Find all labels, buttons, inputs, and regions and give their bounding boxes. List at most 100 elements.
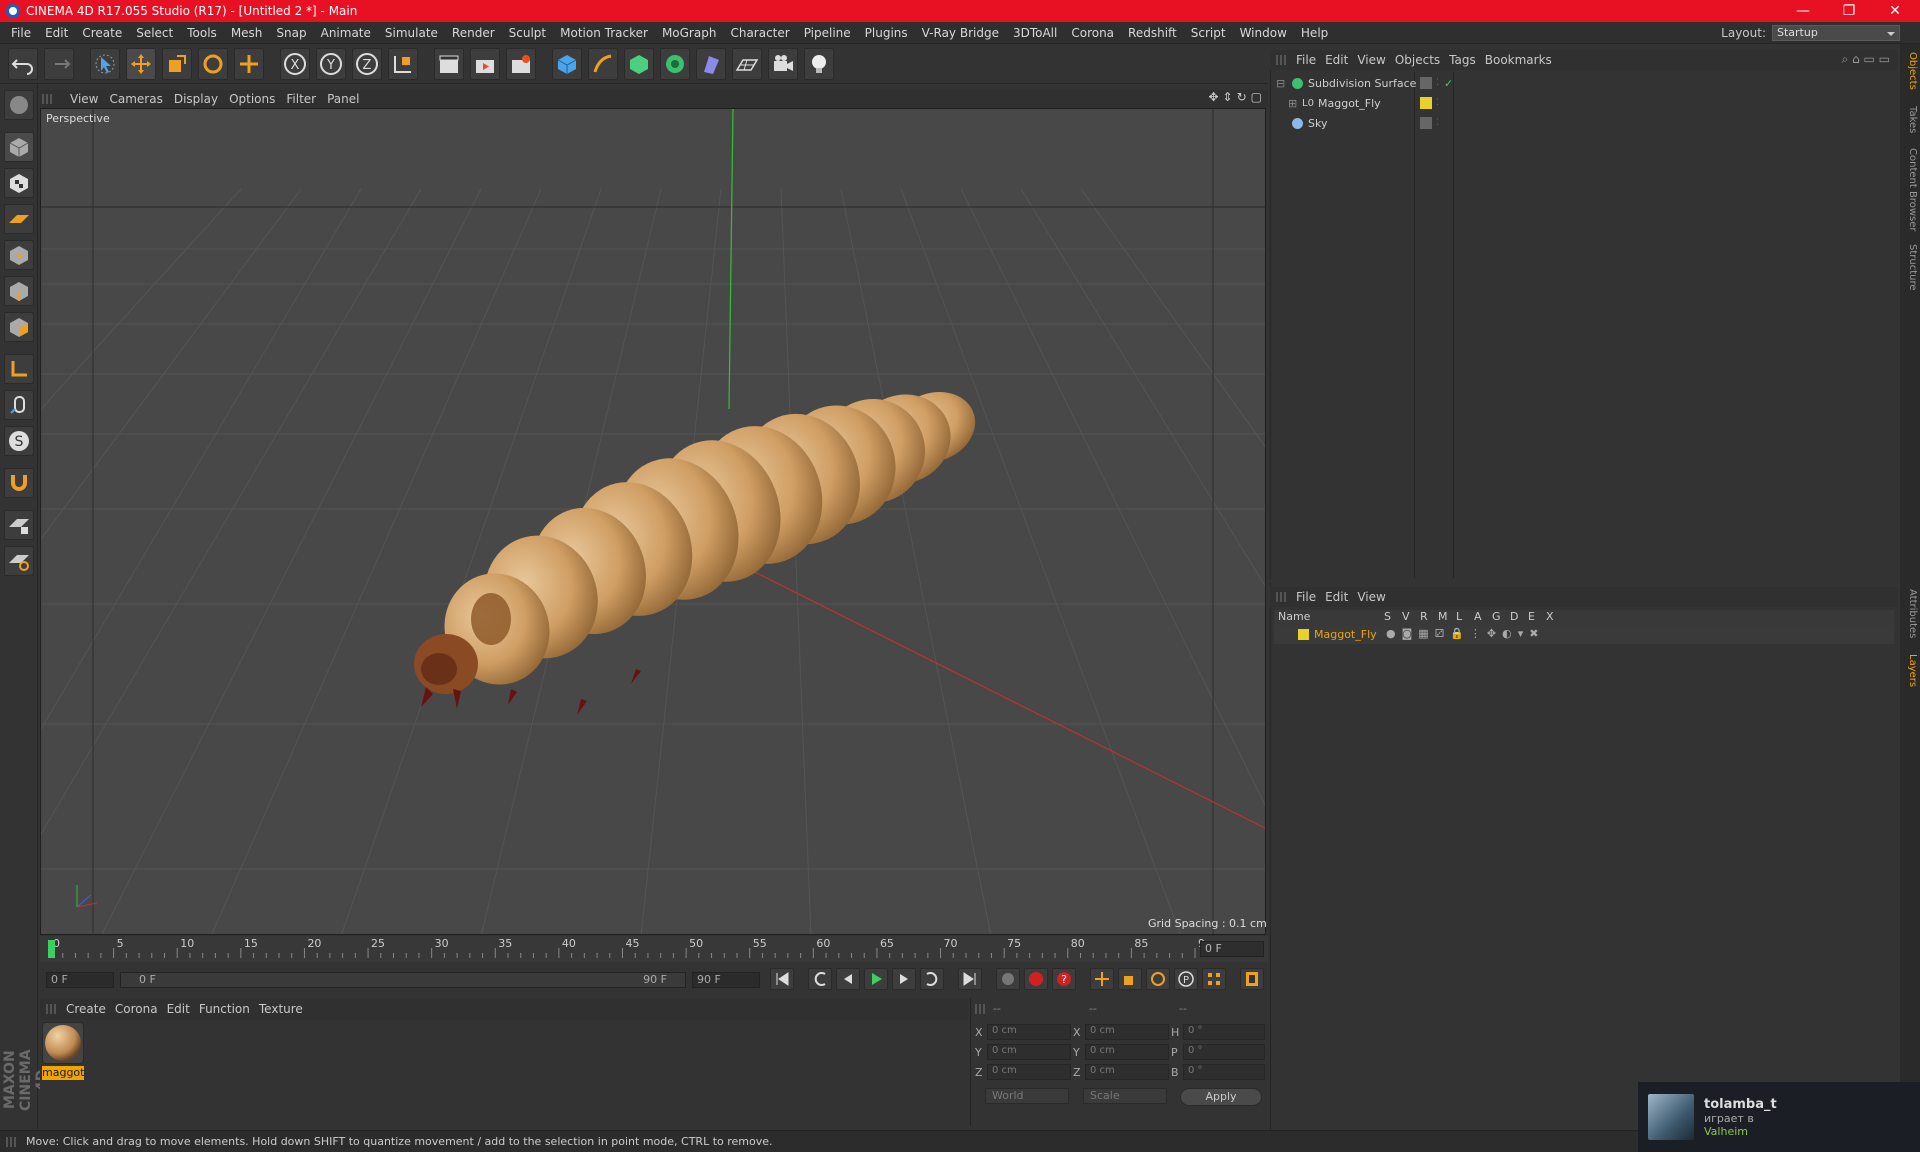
x-axis-button[interactable]: X bbox=[280, 47, 310, 80]
orbit-icon[interactable]: ↻ bbox=[1237, 90, 1247, 104]
viewport-menu-display[interactable]: Display bbox=[174, 92, 229, 106]
motion-record-button[interactable] bbox=[996, 968, 1020, 990]
menu-sculpt[interactable]: Sculpt bbox=[502, 26, 553, 40]
coord-pos-z-field[interactable]: 0 cm bbox=[987, 1064, 1071, 1080]
play-button[interactable] bbox=[864, 968, 888, 990]
menu-pipeline[interactable]: Pipeline bbox=[797, 26, 858, 40]
viewport-menu-options[interactable]: Options bbox=[229, 92, 286, 106]
menu-vray-bridge[interactable]: V-Ray Bridge bbox=[915, 26, 1006, 40]
go-to-end-button[interactable] bbox=[958, 968, 982, 990]
collapse-icon[interactable]: ⊟ bbox=[1276, 77, 1285, 90]
zoom-icon[interactable]: ⇕ bbox=[1223, 90, 1233, 104]
object-menu-file[interactable]: File bbox=[1296, 53, 1325, 67]
side-tab-layers[interactable]: Layers bbox=[1902, 654, 1918, 687]
menu-character[interactable]: Character bbox=[723, 26, 796, 40]
record-button[interactable] bbox=[1024, 968, 1048, 990]
current-frame-field[interactable]: 0 F bbox=[1200, 941, 1264, 957]
side-tab-takes[interactable]: Takes bbox=[1902, 106, 1918, 133]
menu-window[interactable]: Window bbox=[1233, 26, 1294, 40]
rotate-tool-button[interactable] bbox=[198, 47, 228, 80]
menu-simulate[interactable]: Simulate bbox=[378, 26, 445, 40]
model-mode-button[interactable] bbox=[4, 132, 34, 162]
y-axis-button[interactable]: Y bbox=[316, 47, 346, 80]
maximize-view-icon[interactable]: ▢ bbox=[1251, 90, 1262, 104]
add-generator-button[interactable] bbox=[624, 47, 654, 80]
layer-menu-edit[interactable]: Edit bbox=[1325, 590, 1357, 604]
object-menu-edit[interactable]: Edit bbox=[1325, 53, 1357, 67]
material-swatch[interactable] bbox=[42, 1022, 84, 1064]
workplane-lock-button[interactable] bbox=[4, 510, 34, 540]
layer-name[interactable]: Maggot_Fly bbox=[1314, 628, 1377, 641]
menu-mesh[interactable]: Mesh bbox=[224, 26, 270, 40]
coord-rot-p-field[interactable]: 0 ° bbox=[1183, 1044, 1265, 1060]
layout-dropdown[interactable]: Startup bbox=[1772, 25, 1900, 41]
coord-pos-y-field[interactable]: 0 cm bbox=[987, 1044, 1071, 1060]
menu-redshift[interactable]: Redshift bbox=[1121, 26, 1184, 40]
add-light-button[interactable] bbox=[804, 47, 834, 80]
side-tab-structure[interactable]: Structure bbox=[1902, 244, 1918, 291]
visibility-dots-icon[interactable]: ⁚ bbox=[1436, 78, 1439, 88]
viewport-menu-panel[interactable]: Panel bbox=[327, 92, 370, 106]
friend-notification[interactable]: tolamba_t играет в Valheim bbox=[1638, 1082, 1920, 1152]
layer-color-icon[interactable] bbox=[1420, 97, 1432, 109]
menu-file[interactable]: File bbox=[4, 26, 38, 40]
previous-key-button[interactable] bbox=[808, 968, 832, 990]
menu-help[interactable]: Help bbox=[1294, 26, 1335, 40]
coordinate-system-button[interactable] bbox=[388, 47, 418, 80]
object-menu-tags[interactable]: Tags bbox=[1449, 53, 1485, 67]
menu-corona[interactable]: Corona bbox=[1064, 26, 1121, 40]
key-rotation-button[interactable] bbox=[1146, 968, 1170, 990]
layer-flag-icons[interactable]: ●◙▦⚂🔒⋮✥◐▾✖ bbox=[1386, 627, 1544, 640]
coord-mode-dropdown[interactable]: World bbox=[985, 1088, 1069, 1104]
layer-menu-view[interactable]: View bbox=[1357, 590, 1394, 604]
go-to-start-button[interactable] bbox=[770, 968, 794, 990]
solo-button[interactable]: S bbox=[4, 426, 34, 456]
object-search-icon[interactable]: ⌕ ⌂ ▭ ▭ bbox=[1842, 52, 1890, 67]
menu-snap[interactable]: Snap bbox=[269, 26, 313, 40]
add-mograph-button[interactable] bbox=[660, 47, 690, 80]
coord-pos-x-field[interactable]: 0 cm bbox=[987, 1024, 1071, 1040]
planar-workplane-button[interactable] bbox=[4, 546, 34, 576]
apply-button[interactable]: Apply bbox=[1180, 1088, 1262, 1106]
coord-size-x-field[interactable]: 0 cm bbox=[1085, 1024, 1169, 1040]
menu-edit[interactable]: Edit bbox=[38, 26, 75, 40]
viewport-menu-filter[interactable]: Filter bbox=[286, 92, 327, 106]
menu-create[interactable]: Create bbox=[75, 26, 129, 40]
coord-size-z-field[interactable]: 0 cm bbox=[1085, 1064, 1169, 1080]
add-environment-button[interactable] bbox=[732, 47, 762, 80]
side-tab-objects[interactable]: Objects bbox=[1902, 52, 1918, 90]
key-position-button[interactable] bbox=[1090, 968, 1114, 990]
playhead-marker[interactable] bbox=[48, 940, 55, 958]
menu-animate[interactable]: Animate bbox=[314, 26, 378, 40]
key-scale-button[interactable] bbox=[1118, 968, 1142, 990]
maximize-button[interactable]: ❐ bbox=[1826, 0, 1872, 22]
timeline-ruler[interactable]: 051015202530354045505560657075808590 bbox=[40, 936, 1268, 962]
points-mode-button[interactable] bbox=[4, 240, 34, 270]
tweak-mode-button[interactable] bbox=[4, 390, 34, 420]
object-row[interactable]: ⊟ Subdivision Surface ⁚ ✓ bbox=[1274, 74, 1894, 92]
render-to-picture-viewer-button[interactable] bbox=[470, 47, 500, 80]
edges-mode-button[interactable] bbox=[4, 276, 34, 306]
object-menu-bookmarks[interactable]: Bookmarks bbox=[1485, 53, 1561, 67]
enable-axis-button[interactable] bbox=[4, 354, 34, 384]
layer-color-swatch[interactable] bbox=[1298, 629, 1309, 640]
redo-button[interactable] bbox=[44, 47, 74, 80]
menu-script[interactable]: Script bbox=[1184, 26, 1233, 40]
material-name[interactable]: maggot bbox=[42, 1066, 84, 1080]
layer-icon[interactable] bbox=[1420, 77, 1432, 89]
menu-select[interactable]: Select bbox=[129, 26, 180, 40]
enabled-check-icon[interactable]: ✓ bbox=[1444, 77, 1453, 90]
viewport-menu-cameras[interactable]: Cameras bbox=[109, 92, 173, 106]
autokey-button[interactable]: ? bbox=[1052, 968, 1076, 990]
undo-button[interactable] bbox=[8, 47, 38, 80]
material-menu-corona[interactable]: Corona bbox=[115, 1002, 167, 1016]
pan-icon[interactable]: ✥ bbox=[1208, 90, 1218, 104]
menu-motion-tracker[interactable]: Motion Tracker bbox=[553, 26, 655, 40]
side-tab-content-browser[interactable]: Content Browser bbox=[1902, 148, 1918, 231]
menu-plugins[interactable]: Plugins bbox=[858, 26, 915, 40]
timeline-window-button[interactable] bbox=[1240, 968, 1264, 990]
menu-tools[interactable]: Tools bbox=[180, 26, 224, 40]
viewport-menu-view[interactable]: View bbox=[70, 92, 109, 106]
object-row[interactable]: Sky ⁚ bbox=[1274, 114, 1894, 132]
material-menu-function[interactable]: Function bbox=[199, 1002, 259, 1016]
